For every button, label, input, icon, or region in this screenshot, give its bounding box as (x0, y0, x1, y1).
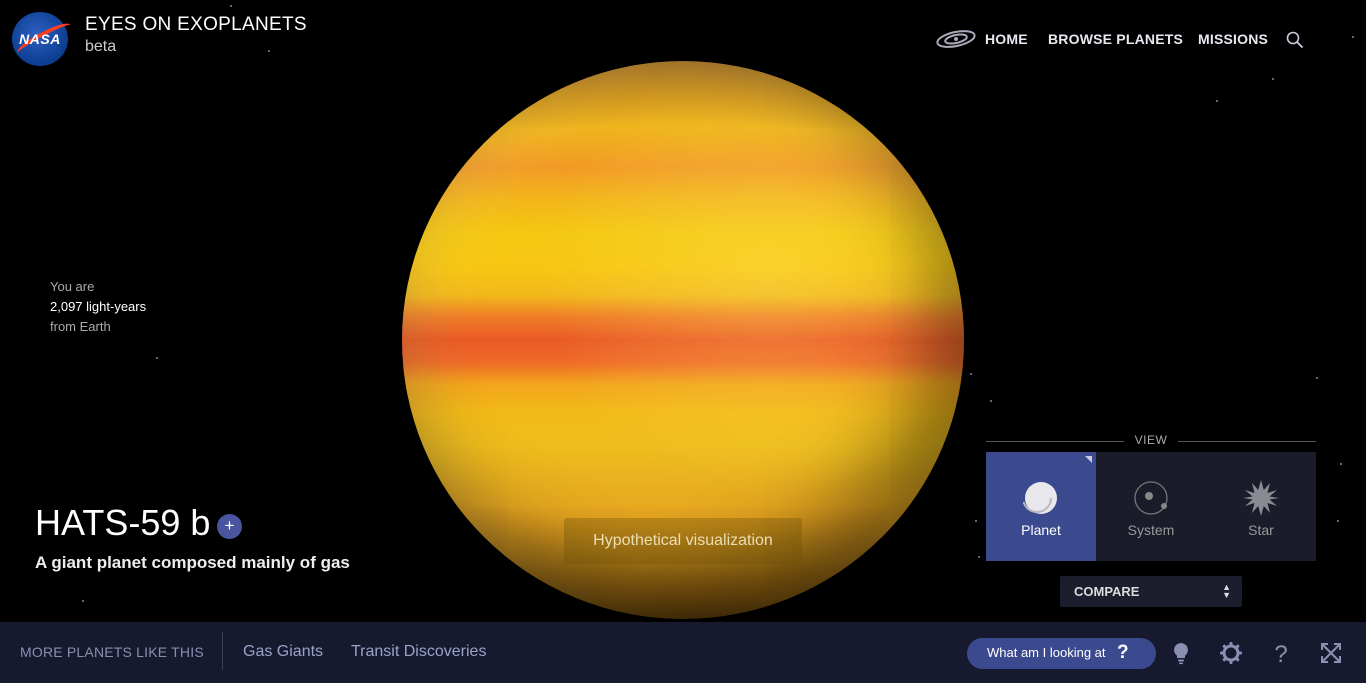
distance-line-1: You are (50, 279, 95, 294)
app-subtitle: beta (85, 38, 117, 55)
distance-line-3: from Earth (50, 319, 111, 334)
view-star-label: Star (1248, 522, 1274, 538)
nav-browse-planets[interactable]: BROWSE PLANETS (1048, 31, 1183, 47)
gear-icon[interactable] (1219, 641, 1243, 665)
view-star-button[interactable]: Star (1206, 452, 1316, 561)
compare-label: COMPARE (1074, 584, 1140, 599)
distance-readout: You are 2,097 light-years from Earth (50, 277, 146, 337)
add-to-list-button[interactable]: + (217, 514, 242, 539)
planet-name: HATS-59 b (35, 502, 211, 543)
more-planets-label: MORE PLANETS LIKE THIS (20, 644, 204, 660)
app-title[interactable]: EYES ON EXOPLANETS (85, 14, 307, 36)
link-gas-giants[interactable]: Gas Giants (243, 643, 323, 661)
planet-icon (1023, 482, 1057, 514)
lightbulb-icon[interactable] (1169, 641, 1193, 665)
view-options: Planet System Star (986, 452, 1316, 561)
compare-dropdown[interactable]: COMPARE ▲ ▼ (1060, 576, 1242, 607)
nav-home[interactable]: HOME (985, 31, 1028, 47)
visualization-note: Hypothetical visualization (564, 518, 802, 564)
svg-text:?: ? (1274, 641, 1287, 665)
help-icon[interactable]: ? (1269, 641, 1293, 665)
what-am-i-looking-at-button[interactable]: What am I looking at ? (967, 638, 1156, 669)
what-am-i-looking-at-label: What am I looking at (987, 645, 1106, 660)
view-planet-label: Planet (1021, 522, 1061, 538)
view-system-button[interactable]: System (1096, 452, 1206, 561)
distance-value: 2,097 light-years (50, 299, 147, 314)
search-icon[interactable] (1286, 31, 1304, 49)
bottom-bar: MORE PLANETS LIKE THIS Gas Giants Transi… (0, 622, 1366, 683)
select-arrows-icon: ▲ ▼ (1222, 582, 1231, 600)
question-icon: ? (1117, 642, 1129, 663)
link-transit-discoveries[interactable]: Transit Discoveries (351, 643, 486, 661)
view-system-label: System (1127, 522, 1175, 538)
view-section-label: VIEW (986, 433, 1316, 449)
planet-description: A giant planet composed mainly of gas (35, 553, 350, 572)
divider (222, 632, 223, 670)
galaxy-icon[interactable] (935, 29, 977, 49)
orbit-icon (1134, 481, 1168, 515)
fullscreen-icon[interactable] (1319, 641, 1343, 665)
star-icon (1243, 480, 1279, 516)
view-planet-button[interactable]: Planet (986, 452, 1096, 561)
nav-missions[interactable]: MISSIONS (1198, 31, 1268, 47)
nasa-logo[interactable]: NASA (12, 12, 74, 66)
nasa-logo-text: NASA (19, 31, 61, 47)
